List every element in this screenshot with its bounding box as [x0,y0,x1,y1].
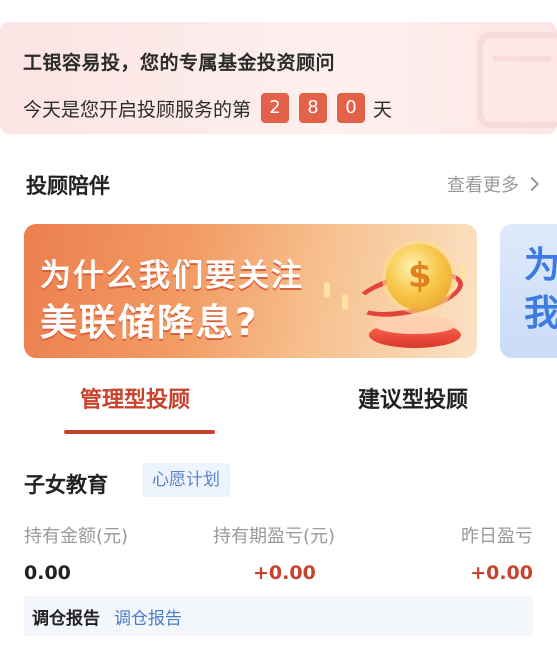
dollar-coin-icon: $ [386,244,452,310]
next-banner-text-1: 为 [524,245,557,286]
holding-amount-value: 0.00 [24,562,71,584]
yesterday-pnl-value: +0.00 [470,562,533,584]
hero-title: 工银容易投，您的专属基金投资顾问 [23,52,336,74]
plan-tag: 心愿计划 [142,463,230,497]
day-digit: 8 [299,93,328,123]
tab-suggested-advisory[interactable]: 建议型投顾 [358,382,468,414]
day-digit: 0 [337,93,366,123]
yesterday-pnl-label: 昨日盈亏 [461,526,533,547]
active-tab-indicator [64,430,215,434]
see-more-label: 查看更多 [447,175,519,196]
holding-amount-label: 持有金额(元) [24,526,129,547]
days-prefix: 今天是您开启投顾服务的第 [23,98,252,121]
holding-pnl-value: +0.00 [253,562,316,584]
chevron-right-icon [524,176,540,192]
days-suffix: 天 [373,98,393,121]
service-days-card: 工银容易投，您的专属基金投资顾问 今天是您开启投顾服务的第 2 8 0 天 [0,22,557,134]
plan-name: 子女教育 [24,473,108,497]
day-digit: 2 [261,93,290,123]
rebalance-report-link[interactable]: 调仓报告 [114,604,182,629]
banner-headline-1: 为什么我们要关注 [40,258,304,294]
sparkle-icon [460,264,466,280]
next-banner-text-2: 我 [524,293,557,334]
report-label: 调仓报告 [32,608,100,629]
banner-headline-2: 美联储降息? [40,301,259,344]
calendar-icon [477,32,557,128]
see-more-link[interactable]: 查看更多 [447,171,540,197]
next-article-banner[interactable]: 为 我 [500,224,557,358]
holding-pnl-label: 持有期盈亏(元) [213,526,336,547]
sparkle-icon [324,282,330,298]
article-banner[interactable]: 为什么我们要关注 美联储降息? $ [24,224,477,358]
sparkle-icon [342,294,348,310]
section-title: 投顾陪伴 [26,174,110,198]
tab-managed-advisory[interactable]: 管理型投顾 [80,382,190,414]
rebalance-report-row: 调仓报告 调仓报告 [24,596,533,636]
pedestal-top-icon [374,316,456,334]
service-days-line: 今天是您开启投顾服务的第 2 8 0 天 [23,93,392,123]
